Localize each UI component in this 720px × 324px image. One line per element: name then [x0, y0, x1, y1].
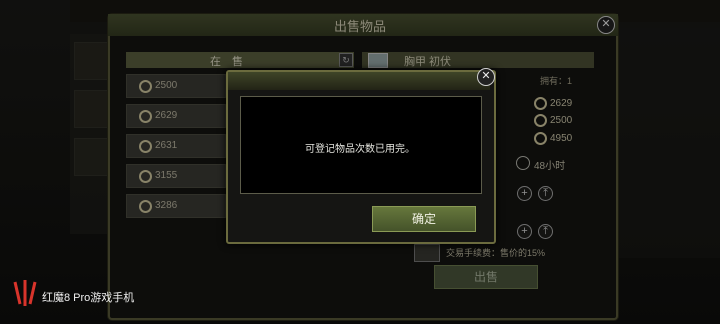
confirm-button[interactable]: 确定: [372, 206, 476, 232]
device-watermark: 红魔8 Pro游戏手机: [42, 292, 135, 304]
alert-message: 可登记物品次数已用完。: [305, 144, 415, 155]
dialog-close-icon[interactable]: ✕: [477, 68, 495, 86]
brand-logo-icon: [13, 280, 37, 306]
alert-dialog-header: [228, 72, 490, 90]
